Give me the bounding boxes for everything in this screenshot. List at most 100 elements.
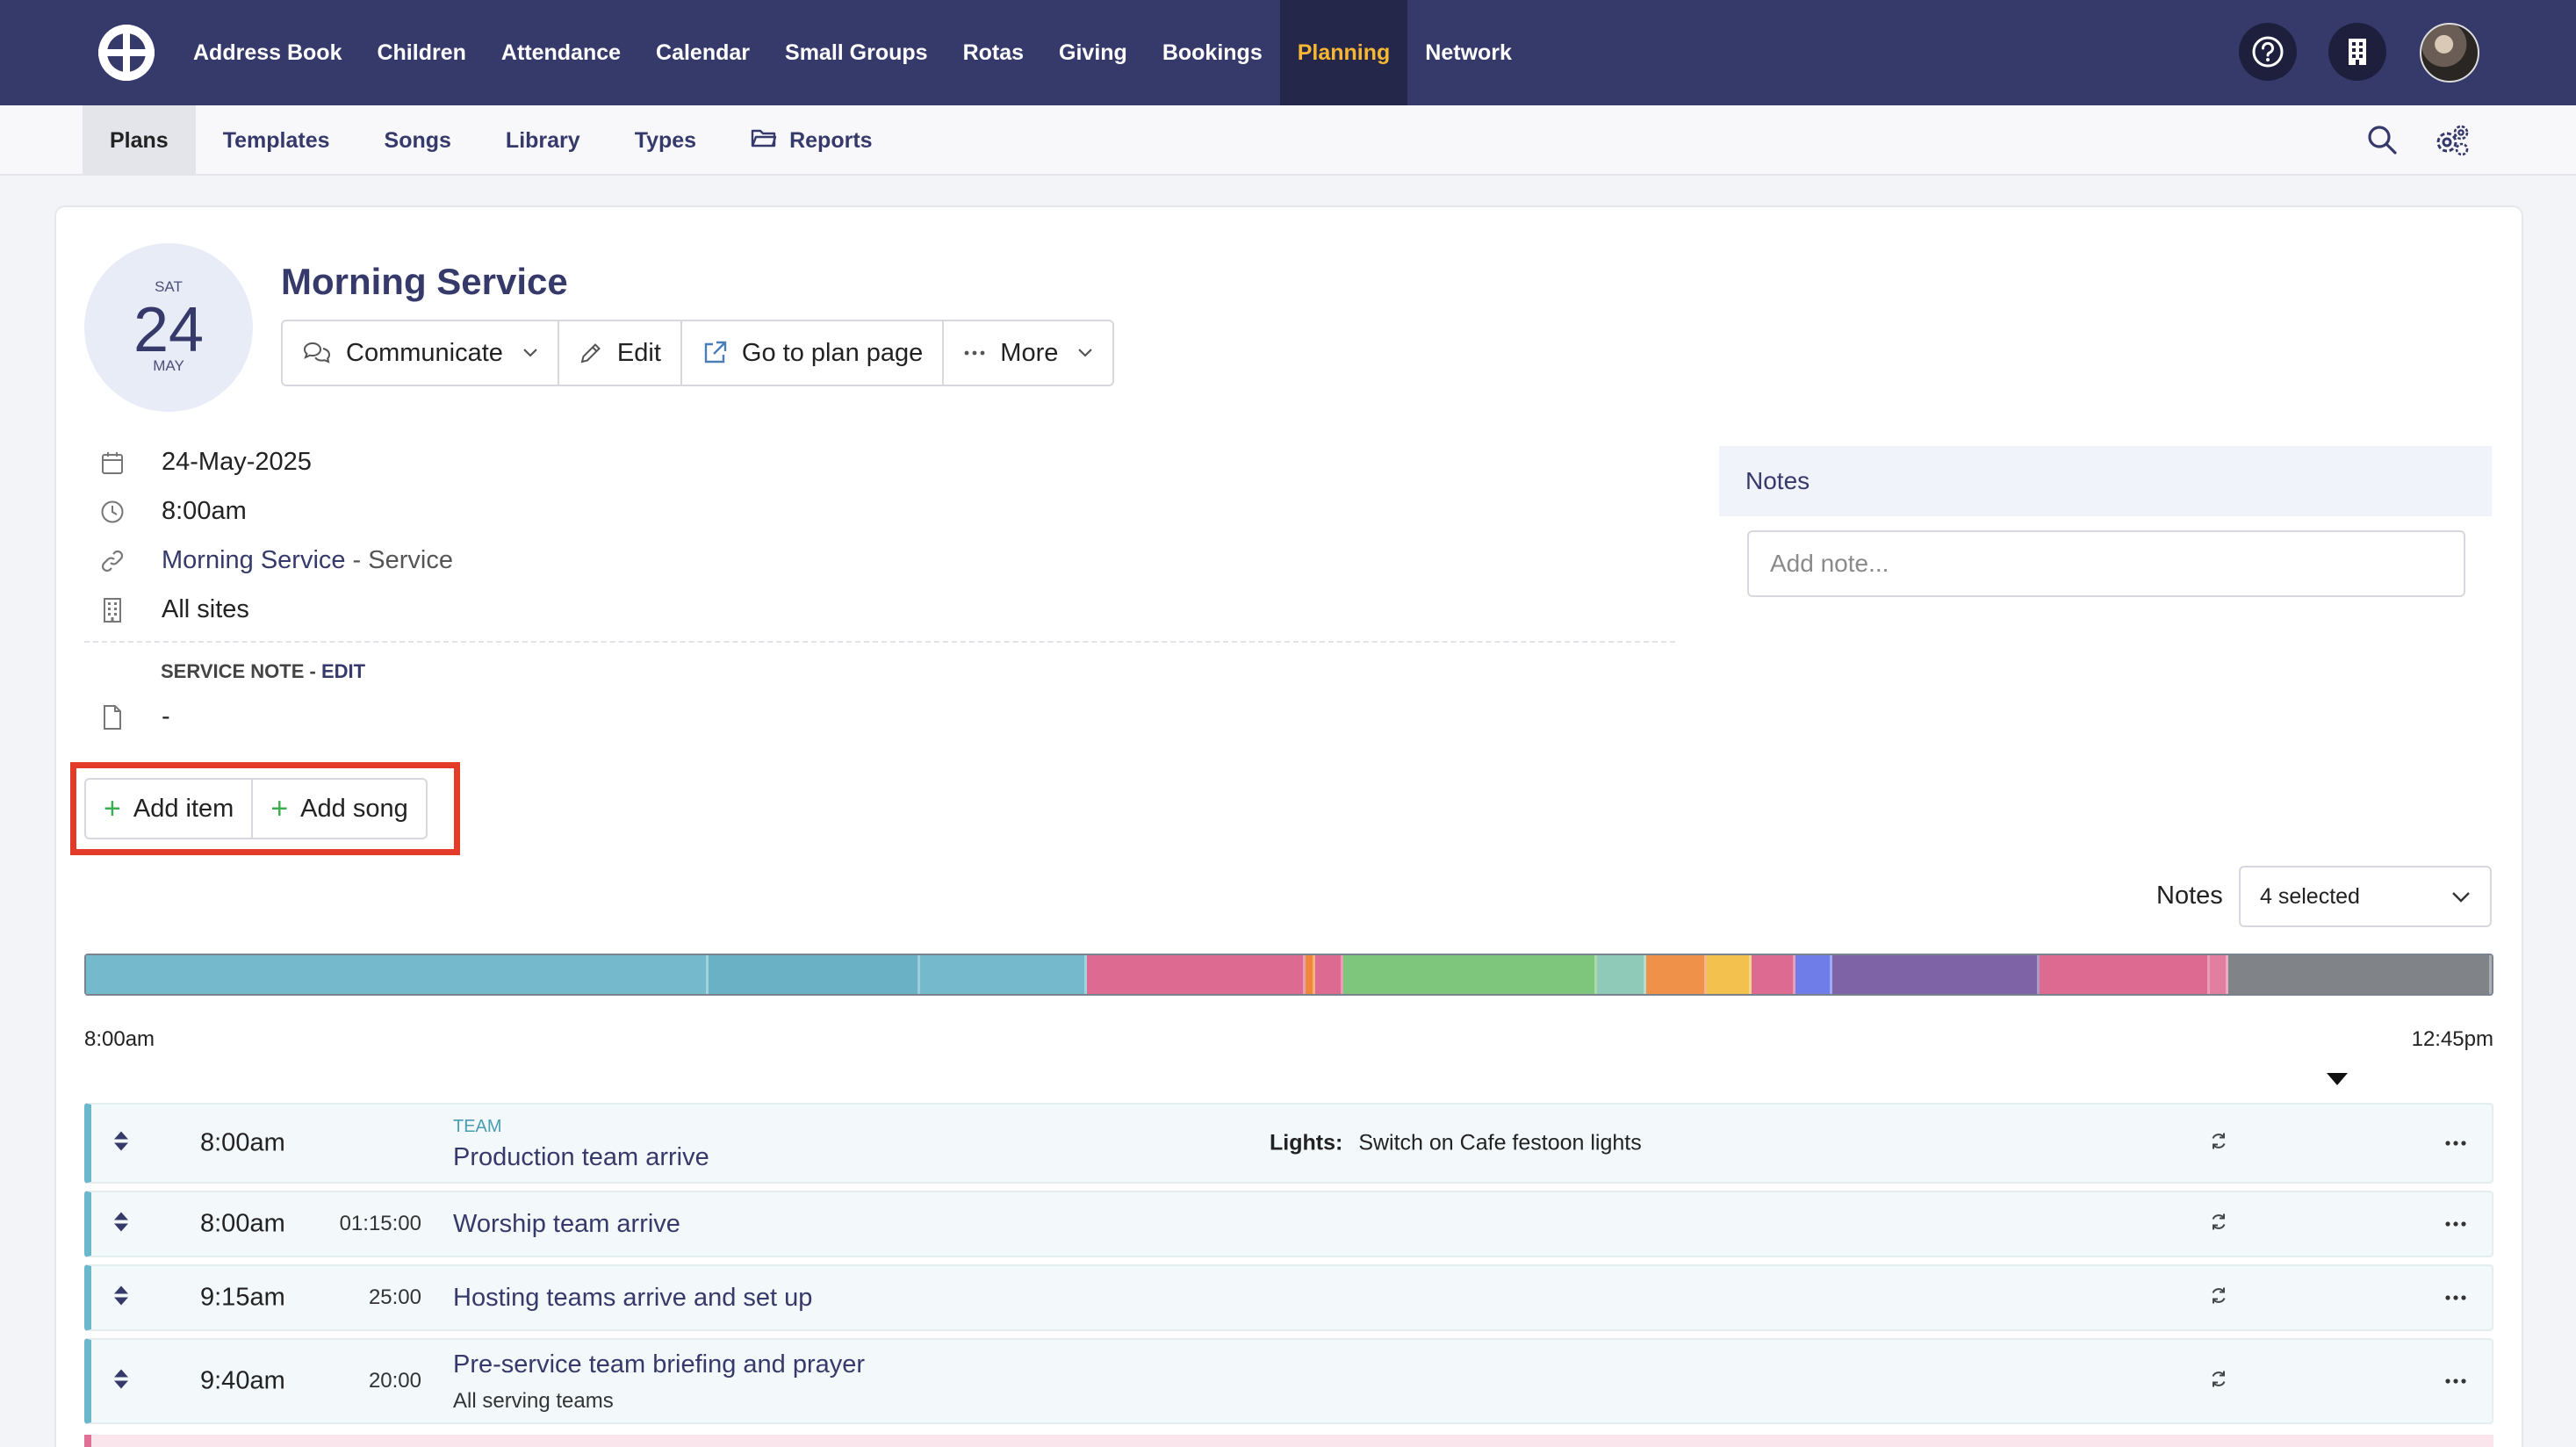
tab-library[interactable]: Library bbox=[479, 105, 608, 176]
timeline-segment[interactable] bbox=[86, 955, 709, 994]
external-link-icon bbox=[702, 340, 728, 366]
sync-icon[interactable] bbox=[2209, 1370, 2228, 1393]
item-time: 8:00am bbox=[200, 1209, 285, 1238]
item-duration: 25:00 bbox=[368, 1285, 421, 1309]
timeline-start-time: 8:00am bbox=[84, 1027, 155, 1051]
current-time-marker bbox=[2327, 1073, 2348, 1085]
notes-filter-select[interactable]: 4 selected bbox=[2239, 866, 2492, 927]
nav-rotas[interactable]: Rotas bbox=[946, 0, 1041, 105]
timeline-segment[interactable] bbox=[1646, 955, 1708, 994]
sync-icon[interactable] bbox=[2209, 1132, 2228, 1155]
page-title: Morning Service bbox=[281, 261, 568, 302]
timeline-segment[interactable] bbox=[1314, 955, 1343, 994]
timeline-segment[interactable] bbox=[2209, 955, 2228, 994]
nav-network[interactable]: Network bbox=[1407, 0, 1529, 105]
sync-icon[interactable] bbox=[2209, 1286, 2228, 1310]
tab-reports[interactable]: Reports bbox=[723, 105, 899, 176]
service-note-label: SERVICE NOTE - bbox=[161, 660, 316, 682]
edit-button[interactable]: Edit bbox=[559, 321, 682, 385]
add-item-button[interactable]: + Add item bbox=[86, 780, 254, 838]
nav-attendance[interactable]: Attendance bbox=[484, 0, 638, 105]
service-link[interactable]: Morning Service bbox=[162, 546, 346, 575]
building-icon bbox=[97, 597, 128, 623]
notes-panel-title: Notes bbox=[1745, 467, 1810, 494]
plan-item-row[interactable]: 9:15am 25:00 Hosting teams arrive and se… bbox=[84, 1264, 2493, 1331]
plan-date: 24-May-2025 bbox=[162, 448, 312, 476]
tab-types[interactable]: Types bbox=[608, 105, 723, 176]
logo-icon[interactable] bbox=[97, 23, 156, 83]
communicate-button[interactable]: Communicate bbox=[283, 321, 559, 385]
nav-calendar[interactable]: Calendar bbox=[638, 0, 767, 105]
search-icon[interactable] bbox=[2365, 123, 2399, 161]
divider bbox=[84, 641, 1675, 643]
add-item-label: Add item bbox=[133, 794, 234, 823]
more-button[interactable]: More bbox=[944, 321, 1112, 385]
tab-songs[interactable]: Songs bbox=[357, 105, 479, 176]
go-to-plan-page-label: Go to plan page bbox=[741, 338, 924, 367]
communicate-label: Communicate bbox=[346, 338, 503, 367]
drag-handle-icon[interactable] bbox=[112, 1368, 130, 1395]
timeline-segment[interactable] bbox=[2039, 955, 2210, 994]
link-icon bbox=[97, 549, 128, 573]
timeline-segment[interactable] bbox=[1795, 955, 1832, 994]
timeline-segment[interactable] bbox=[920, 955, 1088, 994]
plan-item-row[interactable]: 8:00am TEAM Production team arrive Light… bbox=[84, 1103, 2493, 1184]
timeline-segment[interactable] bbox=[1342, 955, 1597, 994]
plan-sites-row: All sites bbox=[97, 595, 249, 624]
item-title[interactable]: Hosting teams arrive and set up bbox=[453, 1284, 812, 1313]
sync-icon[interactable] bbox=[2209, 1213, 2228, 1236]
drag-handle-icon[interactable] bbox=[112, 1130, 130, 1157]
timeline-segment[interactable] bbox=[1596, 955, 1647, 994]
settings-icon[interactable] bbox=[2434, 123, 2471, 162]
timeline-segment[interactable] bbox=[1306, 955, 1315, 994]
nav-giving[interactable]: Giving bbox=[1041, 0, 1145, 105]
more-options-icon[interactable] bbox=[2444, 1290, 2467, 1306]
nav-bookings[interactable]: Bookings bbox=[1145, 0, 1280, 105]
item-title[interactable]: Production team arrive bbox=[453, 1143, 709, 1172]
item-note: Lights: Switch on Cafe festoon lights bbox=[1270, 1131, 1642, 1156]
drag-handle-icon[interactable] bbox=[112, 1211, 130, 1238]
item-subtitle: All serving teams bbox=[453, 1389, 614, 1413]
plan-time-row: 8:00am bbox=[97, 497, 247, 526]
more-options-icon[interactable] bbox=[2444, 1373, 2467, 1389]
timeline-segment[interactable] bbox=[709, 955, 921, 994]
tab-plans[interactable]: Plans bbox=[83, 105, 196, 176]
service-type: - Service bbox=[352, 546, 453, 574]
drag-handle-icon[interactable] bbox=[112, 1285, 130, 1312]
add-buttons: + Add item + Add song bbox=[84, 778, 428, 839]
timeline-segment[interactable] bbox=[1832, 955, 2040, 994]
nav-address-book[interactable]: Address Book bbox=[176, 0, 359, 105]
service-note-value: - bbox=[162, 702, 170, 731]
nav-small-groups[interactable]: Small Groups bbox=[767, 0, 946, 105]
more-label: More bbox=[1000, 338, 1059, 367]
tab-reports-label: Reports bbox=[789, 127, 873, 153]
timeline-segment[interactable] bbox=[1707, 955, 1752, 994]
service-note-edit-link[interactable]: EDIT bbox=[321, 660, 365, 682]
plan-item-row[interactable] bbox=[84, 1435, 2493, 1447]
planning-sub-navigation: Plans Templates Songs Library Types Repo… bbox=[0, 105, 2576, 176]
nav-planning[interactable]: Planning bbox=[1279, 0, 1408, 105]
main-nav: Address Book Children Attendance Calenda… bbox=[176, 0, 1529, 105]
timeline-segment[interactable] bbox=[1087, 955, 1306, 994]
item-title[interactable]: Worship team arrive bbox=[453, 1210, 680, 1239]
plan-item-row[interactable]: 8:00am 01:15:00 Worship team arrive bbox=[84, 1191, 2493, 1257]
chat-icon bbox=[302, 341, 332, 365]
nav-children[interactable]: Children bbox=[359, 0, 483, 105]
item-time: 9:40am bbox=[200, 1366, 285, 1395]
add-note-input[interactable] bbox=[1747, 530, 2465, 597]
calendar-icon bbox=[97, 450, 128, 475]
plus-icon: + bbox=[104, 792, 121, 825]
go-to-plan-page-button[interactable]: Go to plan page bbox=[682, 321, 945, 385]
add-song-button[interactable]: + Add song bbox=[253, 780, 425, 838]
timeline-segment[interactable] bbox=[2227, 955, 2492, 994]
plan-time: 8:00am bbox=[162, 497, 247, 525]
item-title[interactable]: Pre-service team briefing and prayer bbox=[453, 1350, 865, 1379]
building-icon[interactable] bbox=[2328, 23, 2386, 81]
avatar[interactable] bbox=[2420, 23, 2479, 83]
more-options-icon[interactable] bbox=[2444, 1216, 2467, 1232]
plan-item-row[interactable]: 9:40am 20:00 Pre-service team briefing a… bbox=[84, 1338, 2493, 1424]
help-icon[interactable] bbox=[2239, 23, 2297, 81]
timeline-segment[interactable] bbox=[1751, 955, 1796, 994]
tab-templates[interactable]: Templates bbox=[196, 105, 357, 176]
more-options-icon[interactable] bbox=[2444, 1135, 2467, 1151]
